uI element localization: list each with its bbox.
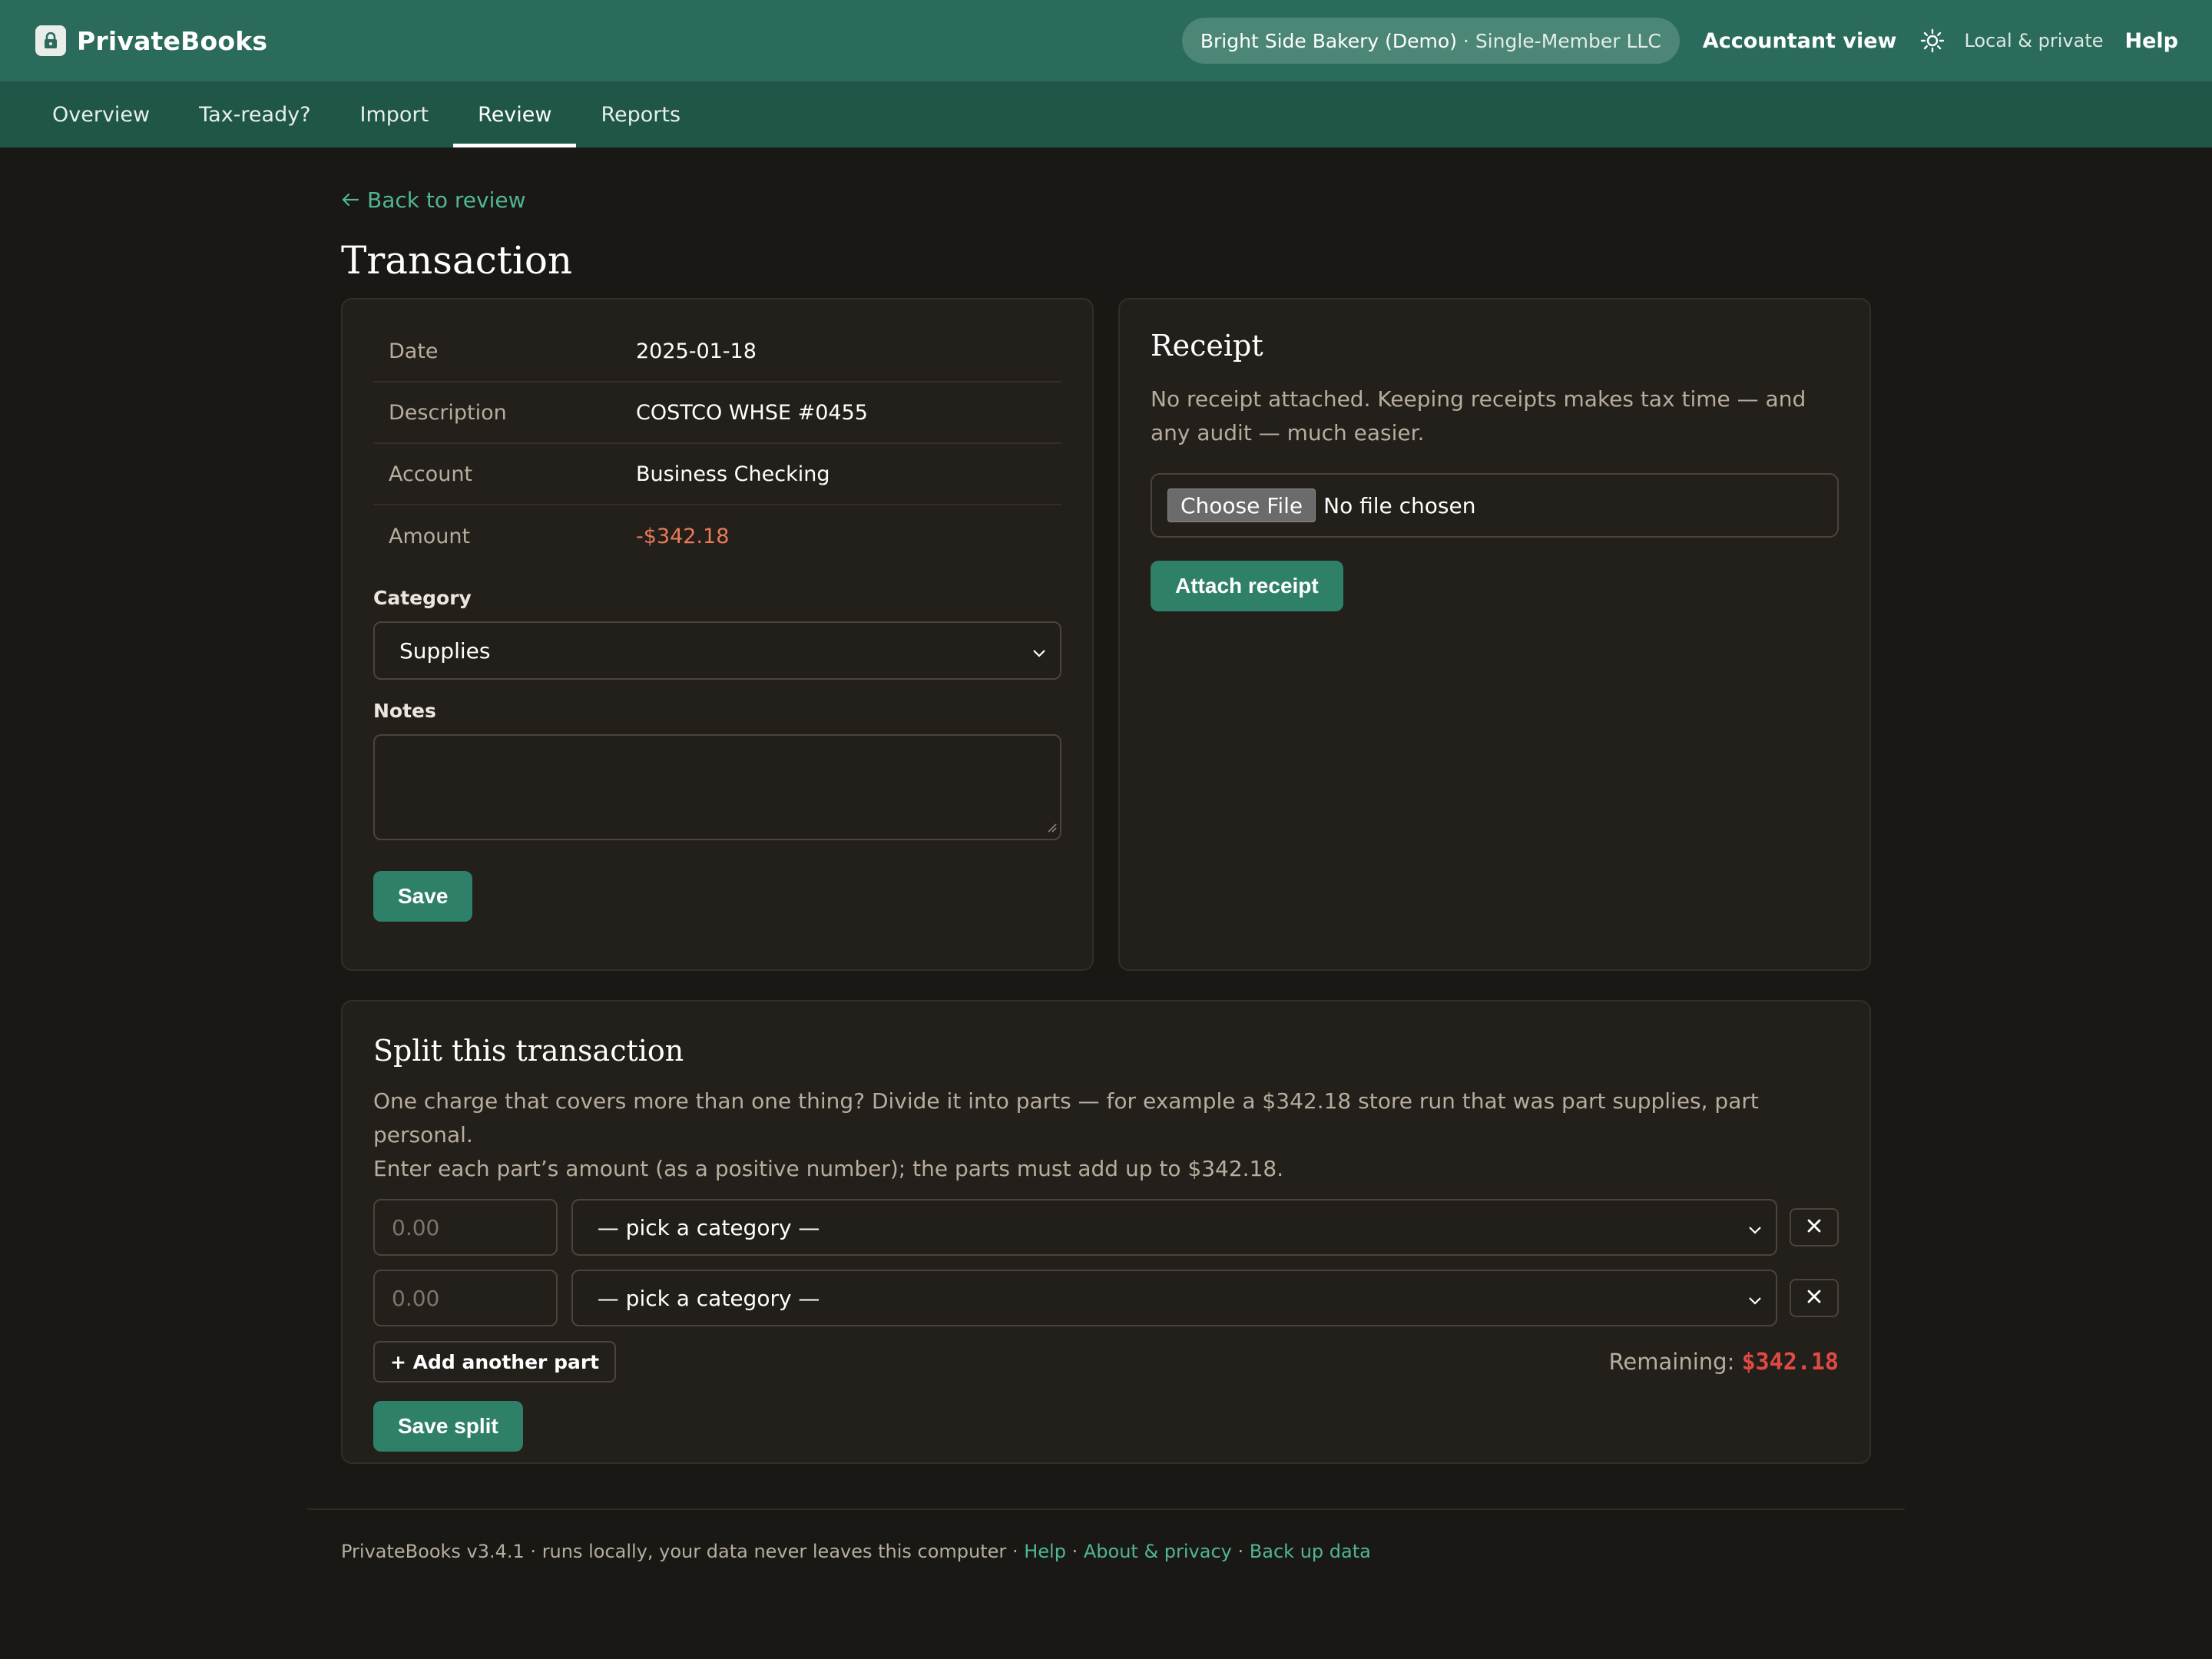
save-button[interactable]: Save: [373, 871, 473, 922]
category-select[interactable]: Supplies: [373, 621, 1061, 680]
split-description-line2: Enter each part’s amount (as a positive …: [373, 1156, 1284, 1181]
top-bar: PrivateBooks Bright Side Bakery (Demo) ·…: [0, 0, 2212, 81]
app-name: PrivateBooks: [77, 25, 268, 56]
close-icon: [1806, 1218, 1822, 1237]
add-part-button[interactable]: + Add another part: [373, 1341, 617, 1382]
split-title: Split this transaction: [373, 1034, 684, 1068]
receipt-file-input[interactable]: Choose File No file chosen: [1151, 473, 1839, 538]
lock-icon: [35, 25, 66, 56]
split-amount-input[interactable]: 0.00: [373, 1199, 558, 1256]
detail-label: Amount: [389, 524, 471, 548]
tab-reports[interactable]: Reports: [576, 81, 705, 147]
receipt-card: Receipt No receipt attached. Keeping rec…: [1118, 298, 1871, 971]
detail-label: Account: [389, 462, 473, 486]
resize-grip-icon[interactable]: [1046, 821, 1057, 836]
attach-receipt-button[interactable]: Attach receipt: [1151, 561, 1343, 611]
split-category-placeholder: — pick a category —: [597, 1285, 820, 1311]
footer-separator: ·: [1071, 1541, 1078, 1562]
split-actions: + Add another part Remaining: $342.18: [373, 1341, 1839, 1382]
account-value: Business Checking: [636, 462, 830, 486]
chevron-down-icon: [1748, 1215, 1762, 1240]
split-category-select[interactable]: — pick a category —: [571, 1270, 1778, 1326]
split-part-row: 0.00 — pick a category —: [373, 1269, 1839, 1327]
remove-part-button[interactable]: [1790, 1279, 1839, 1317]
detail-label: Description: [389, 400, 507, 425]
sun-icon[interactable]: [1919, 28, 1945, 54]
remove-part-button[interactable]: [1790, 1208, 1839, 1247]
date-value: 2025-01-18: [636, 339, 757, 363]
footer-separator: ·: [1237, 1541, 1244, 1562]
detail-row-amount: Amount -$342.18: [373, 505, 1061, 567]
transaction-card: Date 2025-01-18 Description COSTCO WHSE …: [341, 298, 1094, 971]
close-icon: [1806, 1289, 1822, 1307]
receipt-title: Receipt: [1151, 329, 1263, 363]
footer-divider: [307, 1508, 1905, 1510]
amount-value: -$342.18: [636, 524, 730, 548]
business-switcher[interactable]: Bright Side Bakery (Demo) · Single-Membe…: [1181, 18, 1680, 64]
detail-row-date: Date 2025-01-18: [373, 321, 1061, 382]
notes-label: Notes: [373, 700, 436, 722]
split-description-line1: One charge that covers more than one thi…: [373, 1088, 1759, 1147]
local-private-badge: Local & private: [1964, 30, 2104, 51]
chevron-down-icon: [1748, 1286, 1762, 1311]
footer-separator: ·: [1012, 1541, 1018, 1562]
file-status: No file chosen: [1323, 492, 1476, 518]
split-card: Split this transaction One charge that c…: [341, 1000, 1871, 1464]
tab-overview[interactable]: Overview: [28, 81, 174, 147]
accountant-view-link[interactable]: Accountant view: [1703, 29, 1897, 53]
remaining-value: $342.18: [1741, 1348, 1839, 1376]
brand[interactable]: PrivateBooks: [35, 25, 267, 56]
remaining-label: Remaining:: [1608, 1348, 1735, 1375]
business-type: · Single-Member LLC: [1462, 29, 1661, 52]
split-category-select[interactable]: — pick a category —: [571, 1199, 1778, 1256]
footer: PrivateBooks v3.4.1 · runs locally, your…: [341, 1541, 1371, 1562]
business-name: Bright Side Bakery (Demo): [1200, 29, 1457, 52]
split-amount-input[interactable]: 0.00: [373, 1270, 558, 1326]
tab-tax-ready[interactable]: Tax-ready?: [174, 81, 335, 147]
tab-review[interactable]: Review: [453, 81, 577, 147]
back-to-review-link[interactable]: Back to review: [341, 187, 526, 213]
detail-row-description: Description COSTCO WHSE #0455: [373, 382, 1061, 444]
arrow-left-icon: [341, 187, 359, 213]
choose-file-button[interactable]: Choose File: [1167, 488, 1316, 522]
receipt-message: No receipt attached. Keeping receipts ma…: [1151, 386, 1806, 445]
remaining-summary: Remaining: $342.18: [1609, 1349, 1839, 1376]
page-title: Transaction: [341, 238, 573, 283]
detail-row-account: Account Business Checking: [373, 444, 1061, 505]
footer-version: PrivateBooks v3.4.1 · runs locally, your…: [341, 1541, 1007, 1562]
main-nav: Overview Tax-ready? Import Review Report…: [0, 81, 2212, 147]
tab-import[interactable]: Import: [336, 81, 454, 147]
notes-textarea[interactable]: [373, 734, 1061, 840]
split-part-row: 0.00 — pick a category —: [373, 1198, 1839, 1257]
back-link-label: Back to review: [367, 187, 526, 213]
category-label: Category: [373, 587, 472, 609]
help-link[interactable]: Help: [2125, 29, 2179, 53]
save-split-button[interactable]: Save split: [373, 1401, 523, 1452]
footer-backup-link[interactable]: Back up data: [1250, 1541, 1371, 1562]
detail-label: Date: [389, 339, 439, 363]
chevron-down-icon: [1032, 638, 1046, 664]
split-category-placeholder: — pick a category —: [597, 1214, 820, 1240]
description-value: COSTCO WHSE #0455: [636, 400, 868, 425]
footer-help-link[interactable]: Help: [1024, 1541, 1066, 1562]
footer-about-link[interactable]: About & privacy: [1084, 1541, 1232, 1562]
transaction-details: Date 2025-01-18 Description COSTCO WHSE …: [373, 321, 1061, 567]
category-selected-value: Supplies: [399, 637, 491, 664]
